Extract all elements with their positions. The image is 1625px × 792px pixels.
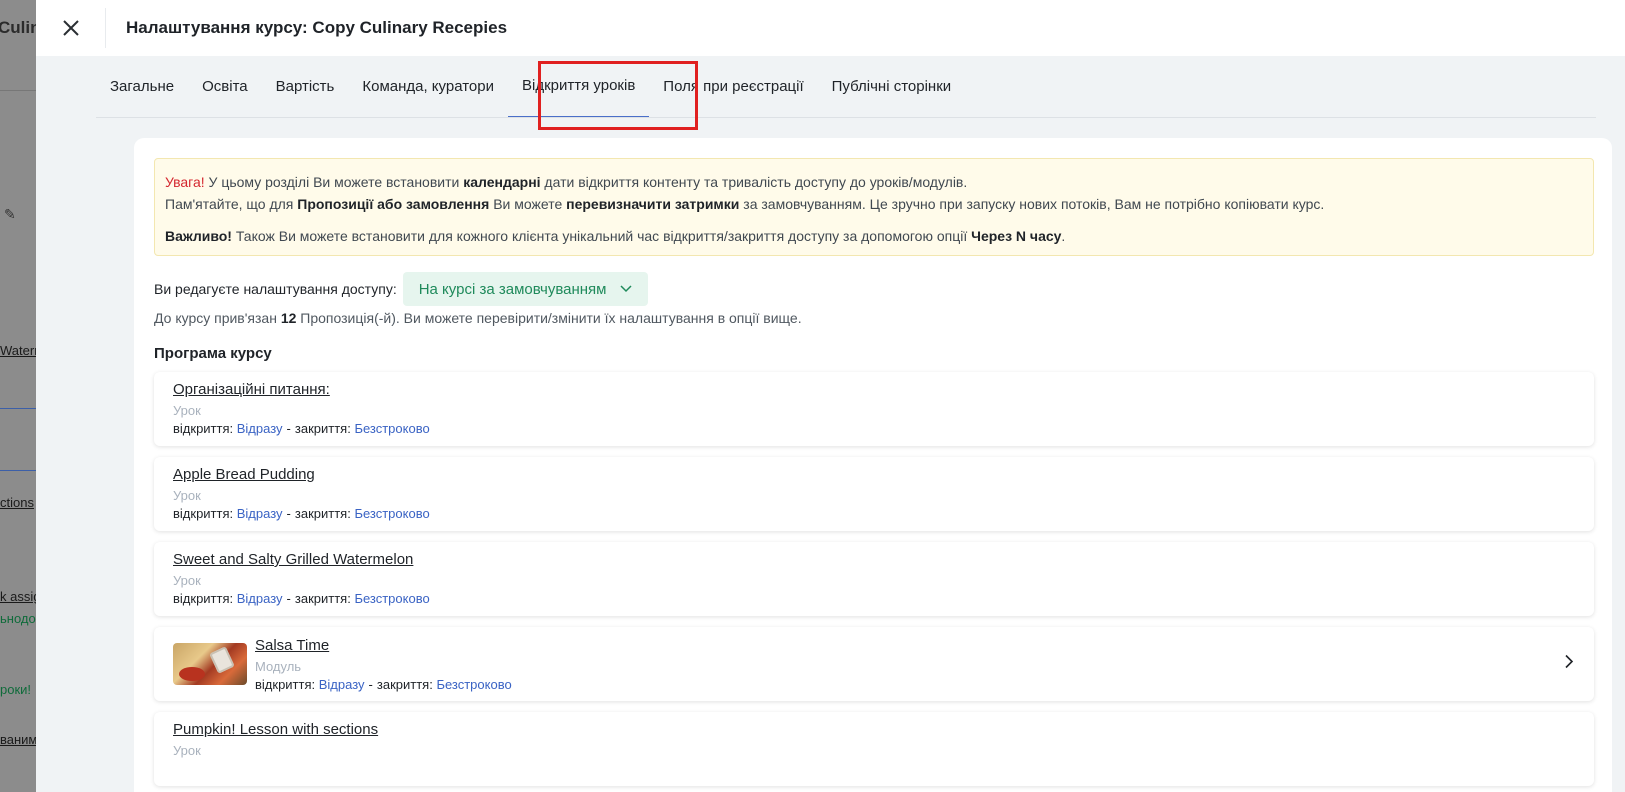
- info-notice: Увага! У цьому розділі Ви можете встанов…: [154, 158, 1594, 256]
- access-select[interactable]: На курсі за замовчуванням: [402, 272, 649, 306]
- tab-pricing[interactable]: Вартість: [262, 78, 349, 117]
- lesson-opening-panel: Увага! У цьому розділі Ви можете встанов…: [134, 138, 1612, 792]
- notice-text: Ви можете: [489, 196, 567, 212]
- close-icon: [62, 20, 79, 36]
- separator: -: [286, 506, 291, 521]
- open-label: відкриття:: [173, 421, 234, 436]
- background-divider: [0, 408, 40, 409]
- thumbnail-jar: [209, 646, 235, 674]
- open-label: відкриття:: [255, 676, 316, 692]
- open-value-link[interactable]: Відразу: [319, 677, 365, 692]
- settings-tabs: Загальне Освіта Вартість Команда, курато…: [96, 60, 1596, 118]
- close-value-link[interactable]: Безстроково: [354, 591, 429, 606]
- background-divider: [0, 90, 40, 91]
- close-label: закриття:: [294, 421, 351, 436]
- drawer-header: Налаштування курсу: Copy Culinary Recepi…: [36, 0, 1625, 56]
- background-item: Waterm: [0, 343, 40, 358]
- open-value-link[interactable]: Відразу: [237, 591, 283, 606]
- lesson-title[interactable]: Організаційні питання:: [173, 381, 330, 398]
- close-button[interactable]: [36, 8, 106, 48]
- notice-bold: Пропозиції або замовлення: [297, 196, 490, 212]
- background-item: k assig: [0, 589, 40, 604]
- open-label: відкриття:: [173, 591, 234, 606]
- access-settings-row: Ви редагуєте налаштування доступу: На ку…: [154, 272, 649, 306]
- notice-bold: календарні: [463, 174, 541, 190]
- program-item[interactable]: Pumpkin! Lesson with sections Урок: [154, 712, 1594, 786]
- module-type: Модуль: [255, 658, 302, 674]
- lesson-title[interactable]: Sweet and Salty Grilled Watermelon: [173, 551, 413, 568]
- course-settings-drawer: Налаштування курсу: Copy Culinary Recepi…: [36, 0, 1625, 792]
- close-label: закриття:: [376, 676, 433, 692]
- background-page: Culina ✎ Waterm ctions k assig ьнодос ро…: [0, 0, 40, 792]
- lesson-title[interactable]: Pumpkin! Lesson with sections: [173, 721, 378, 738]
- separator: -: [286, 591, 291, 606]
- pencil-icon: ✎: [4, 206, 16, 222]
- notice-text: за замовчуванням. Це зручно при запуску …: [739, 196, 1325, 212]
- program-item[interactable]: Організаційні питання: Урок відкриття: В…: [154, 372, 1594, 446]
- lesson-title[interactable]: Apple Bread Pudding: [173, 466, 315, 483]
- bound-offers-text: До курсу прив'язан 12 Пропозиція(-й). Ви…: [154, 310, 802, 326]
- program-item[interactable]: Sweet and Salty Grilled Watermelon Урок …: [154, 542, 1594, 616]
- notice-line-3: Важливо! Також Ви можете встановити для …: [165, 225, 1583, 247]
- bound-offers-count: 12: [280, 310, 297, 326]
- notice-bold: Через N часу: [971, 228, 1062, 244]
- warning-label: Увага!: [165, 174, 205, 190]
- lesson-access-meta: відкриття: Відразу - закриття: Безстроково: [173, 506, 1575, 521]
- close-value-link[interactable]: Безстроково: [354, 421, 429, 436]
- close-value-link[interactable]: Безстроково: [354, 506, 429, 521]
- notice-text: Також Ви можете встановити для кожного к…: [231, 228, 972, 244]
- close-label: закриття:: [294, 506, 351, 521]
- background-item: роки!: [0, 682, 32, 697]
- module-thumbnail: [173, 643, 247, 685]
- chevron-down-icon: [620, 282, 633, 296]
- background-item: ьнодос: [0, 611, 40, 626]
- module-access-meta: відкриття: Відразу - закриття: Безстроково: [255, 677, 512, 692]
- lesson-type: Урок: [173, 573, 201, 588]
- bound-text-prefix: До курсу прив'язан: [154, 310, 281, 326]
- access-select-value: На курсі за замовчуванням: [418, 280, 607, 298]
- lesson-type: Урок: [173, 403, 201, 418]
- tab-education[interactable]: Освіта: [188, 78, 262, 117]
- notice-text: дати відкриття контенту та тривалість до…: [540, 174, 968, 190]
- lesson-type: Урок: [173, 743, 201, 758]
- notice-line-1: Увага! У цьому розділі Ви можете встанов…: [165, 171, 1583, 193]
- program-module[interactable]: Salsa Time Модуль відкриття: Відразу - зак…: [154, 627, 1594, 701]
- program-item[interactable]: Apple Bread Pudding Урок відкриття: Відр…: [154, 457, 1594, 531]
- lesson-type: Урок: [173, 488, 201, 503]
- module-title[interactable]: Salsa Time: [255, 637, 329, 654]
- separator: -: [286, 421, 291, 436]
- notice-line-2: Пам'ятайте, що для Пропозиції або замовл…: [165, 193, 1583, 215]
- background-title: Culina: [0, 18, 40, 37]
- tab-general[interactable]: Загальне: [96, 78, 188, 117]
- thumbnail-bowl: [179, 667, 205, 681]
- notice-bold: перевизначити затримки: [566, 196, 740, 212]
- close-value-link[interactable]: Безстроково: [436, 677, 511, 692]
- tab-team[interactable]: Команда, куратори: [348, 78, 508, 117]
- bound-text-suffix: Пропозиція(-й). Ви можете перевірити/змі…: [296, 310, 802, 326]
- lesson-access-meta: відкриття: Відразу - закриття: Безстроково: [173, 591, 1575, 606]
- chevron-right-icon[interactable]: [1564, 654, 1574, 674]
- notice-text: У цьому розділі Ви можете встановити: [204, 174, 464, 190]
- background-item: ctions: [0, 495, 34, 510]
- open-value-link[interactable]: Відразу: [237, 506, 283, 521]
- lesson-access-meta: відкриття: Відразу - закриття: Безстроково: [173, 421, 1575, 436]
- drawer-title: Налаштування курсу: Copy Culinary Recepi…: [126, 18, 508, 37]
- background-item: ваним: [0, 732, 38, 747]
- access-label: Ви редагуєте налаштування доступу:: [154, 281, 397, 297]
- separator: -: [368, 676, 373, 692]
- module-info: Salsa Time Модуль відкриття: Відразу - зак…: [255, 637, 512, 692]
- tab-public-pages[interactable]: Публічні сторінки: [818, 78, 966, 117]
- background-divider: [0, 470, 40, 471]
- program-title: Програма курсу: [154, 345, 272, 362]
- important-label: Важливо!: [165, 228, 232, 244]
- notice-text: .: [1061, 228, 1066, 244]
- notice-text: Пам'ятайте, що для: [165, 196, 298, 212]
- tab-registration-fields[interactable]: Поля при реєстрації: [649, 78, 817, 117]
- open-value-link[interactable]: Відразу: [237, 421, 283, 436]
- close-label: закриття:: [294, 591, 351, 606]
- tab-lesson-opening[interactable]: Відкриття уроків: [508, 77, 650, 117]
- open-label: відкриття:: [173, 506, 234, 521]
